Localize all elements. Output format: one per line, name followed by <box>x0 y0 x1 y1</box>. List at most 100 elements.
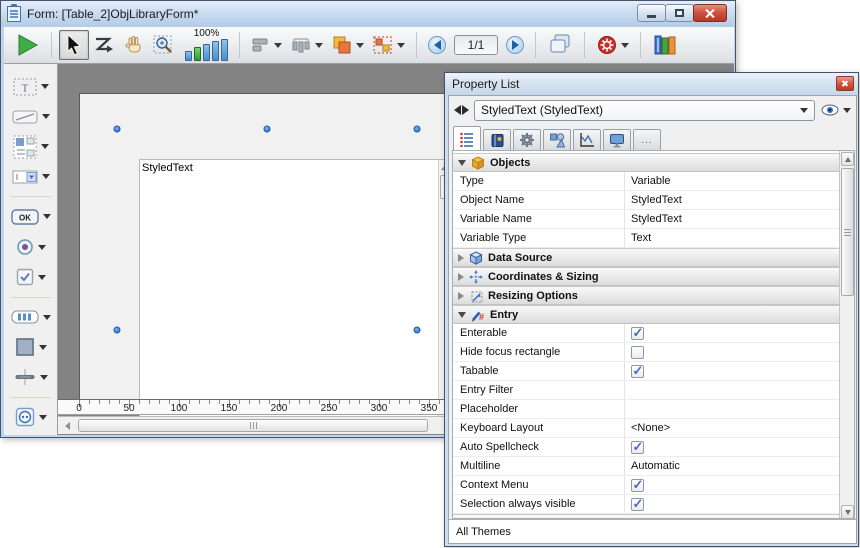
expand-triangle-icon[interactable] <box>458 292 464 300</box>
scroll-down-icon[interactable] <box>841 505 854 519</box>
selection-handle-middle-left[interactable] <box>114 327 121 334</box>
checkbox-tool[interactable] <box>16 265 46 290</box>
theme-filter-bar[interactable]: All Themes <box>449 519 856 543</box>
run-button[interactable] <box>10 30 44 60</box>
property-row-multiline[interactable]: Multiline Automatic <box>453 457 840 476</box>
combo-box-tool-caret[interactable] <box>42 174 50 179</box>
layering-dropdown-caret[interactable] <box>356 43 364 48</box>
collapse-triangle-icon[interactable] <box>458 312 466 318</box>
entry-order-button[interactable] <box>89 30 119 60</box>
property-row-entry-filter[interactable]: Entry Filter <box>453 381 840 400</box>
restore-button[interactable] <box>665 4 694 22</box>
tab-settings[interactable] <box>513 129 541 150</box>
select-arrow-button[interactable] <box>59 30 89 60</box>
checkbox-tool-caret[interactable] <box>38 275 46 280</box>
section-entry[interactable]: # Entry <box>453 305 840 324</box>
group-dropdown-caret[interactable] <box>397 43 405 48</box>
minimize-button[interactable] <box>637 4 666 22</box>
property-row-placeholder[interactable]: Placeholder <box>453 400 840 419</box>
previous-object-button[interactable] <box>454 105 461 115</box>
combo-box-tool[interactable] <box>12 164 50 189</box>
tab-events[interactable] <box>573 129 601 150</box>
property-row-variable-name[interactable]: Variable Name StyledText <box>453 210 840 229</box>
section-objects[interactable]: Objects <box>453 153 840 172</box>
tab-photos[interactable] <box>483 129 511 150</box>
list-box-tool-caret[interactable] <box>41 144 49 149</box>
align-button[interactable] <box>247 30 286 60</box>
property-row-auto-spellcheck[interactable]: Auto Spellcheck <box>453 438 840 457</box>
scroll-thumb[interactable] <box>841 168 854 296</box>
previous-page-button[interactable] <box>424 30 450 60</box>
pages-button[interactable] <box>543 30 577 60</box>
group-button[interactable] <box>368 30 409 60</box>
button-tool[interactable]: OK <box>11 204 51 229</box>
view-options-button[interactable] <box>821 103 851 117</box>
property-row-type[interactable]: Type Variable <box>453 172 840 191</box>
property-row-enterable[interactable]: Enterable <box>453 324 840 343</box>
checkbox[interactable] <box>631 346 644 359</box>
object-library-button[interactable] <box>648 30 682 60</box>
distribute-dropdown-caret[interactable] <box>315 43 323 48</box>
settings-button[interactable] <box>592 30 633 60</box>
property-row-object-name[interactable]: Object Name StyledText <box>453 191 840 210</box>
property-row-hide-focus-rectangle[interactable]: Hide focus rectangle <box>453 343 840 362</box>
zoom-bars-icon[interactable] <box>185 39 228 61</box>
scroll-up-icon[interactable] <box>841 152 854 166</box>
property-row-keyboard-layout[interactable]: Keyboard Layout <None> <box>453 419 840 438</box>
tab-shapes[interactable] <box>543 129 571 150</box>
line-tool[interactable] <box>12 104 50 129</box>
plugin-area-tool[interactable] <box>15 405 47 430</box>
styled-text-object[interactable]: StyledText <box>139 159 451 429</box>
tab-property-list[interactable] <box>453 126 481 150</box>
checkbox[interactable] <box>631 441 644 454</box>
expand-triangle-icon[interactable] <box>458 273 464 281</box>
line-tool-caret[interactable] <box>42 114 50 119</box>
distribute-button[interactable] <box>286 30 327 60</box>
zoom-tool-button[interactable] <box>149 30 181 60</box>
property-grid-scrollbar[interactable] <box>839 151 854 519</box>
tab-display[interactable] <box>603 129 631 150</box>
close-button[interactable] <box>693 4 727 22</box>
rectangle-tool-caret[interactable] <box>39 345 47 350</box>
align-dropdown-caret[interactable] <box>274 43 282 48</box>
radio-button-tool[interactable] <box>16 234 46 259</box>
selection-handle-top-right[interactable] <box>414 126 421 133</box>
zoom-level-widget[interactable]: 100% <box>185 29 228 61</box>
text-tool-caret[interactable] <box>41 84 49 89</box>
hand-tool-button[interactable] <box>119 30 149 60</box>
text-tool[interactable]: T <box>13 74 49 99</box>
layering-button[interactable] <box>327 30 368 60</box>
horizontal-scroll-thumb[interactable] <box>78 419 428 432</box>
checkbox[interactable] <box>631 365 644 378</box>
button-tool-caret[interactable] <box>43 214 51 219</box>
section-coordinates-sizing[interactable]: Coordinates & Sizing <box>453 267 840 286</box>
checkbox[interactable] <box>631 327 644 340</box>
section-resizing-options[interactable]: Resizing Options <box>453 286 840 305</box>
tab-more[interactable]: ... <box>633 129 661 150</box>
next-page-button[interactable] <box>502 30 528 60</box>
property-list-titlebar[interactable]: Property List <box>445 73 858 95</box>
list-box-tool[interactable] <box>13 134 49 159</box>
radio-button-tool-caret[interactable] <box>38 245 46 250</box>
property-list-close-button[interactable] <box>836 76 854 91</box>
segmented-tool-caret[interactable] <box>43 315 51 320</box>
property-row-tabable[interactable]: Tabable <box>453 362 840 381</box>
form-window-titlebar[interactable]: Form: [Table_2]ObjLibraryForm* <box>1 1 735 27</box>
splitter-tool-caret[interactable] <box>40 375 48 380</box>
checkbox[interactable] <box>631 498 644 511</box>
property-row-selection-always-visible[interactable]: Selection always visible <box>453 495 840 514</box>
rectangle-tool[interactable] <box>15 335 47 360</box>
plugin-area-tool-caret[interactable] <box>39 415 47 420</box>
collapse-triangle-icon[interactable] <box>458 160 466 166</box>
settings-dropdown-caret[interactable] <box>621 43 629 48</box>
scroll-left-icon[interactable] <box>60 419 74 432</box>
property-row-context-menu[interactable]: Context Menu <box>453 476 840 495</box>
splitter-tool[interactable] <box>14 365 48 390</box>
object-selector-dropdown[interactable]: StyledText (StyledText) <box>474 100 815 121</box>
selection-handle-top-center[interactable] <box>264 126 271 133</box>
segmented-tool[interactable] <box>11 305 51 330</box>
expand-triangle-icon[interactable] <box>458 254 464 262</box>
selection-handle-top-left[interactable] <box>114 126 121 133</box>
section-data-source[interactable]: Data Source <box>453 248 840 267</box>
property-row-variable-type[interactable]: Variable Type Text <box>453 229 840 248</box>
